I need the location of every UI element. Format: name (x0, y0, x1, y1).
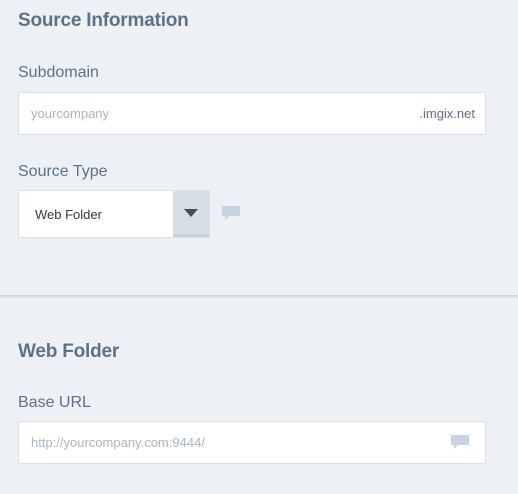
source-information-heading: Source Information (18, 10, 189, 31)
section-divider (0, 295, 518, 298)
base-url-field[interactable] (18, 421, 486, 464)
base-url-input[interactable] (31, 422, 431, 463)
source-settings-panel: Source Information Subdomain .imgix.net … (0, 0, 518, 494)
base-url-comment-icon[interactable] (451, 435, 469, 450)
source-type-dropdown-button[interactable] (173, 191, 209, 237)
source-type-comment-icon[interactable] (222, 206, 240, 221)
caret-down-icon (184, 208, 198, 217)
subdomain-input[interactable] (31, 93, 411, 134)
subdomain-suffix: .imgix.net (419, 106, 475, 121)
source-type-select[interactable]: Web Folder (18, 190, 210, 238)
subdomain-field[interactable]: .imgix.net (18, 92, 486, 135)
base-url-label: Base URL (18, 394, 91, 411)
web-folder-heading: Web Folder (18, 341, 120, 362)
source-type-selected-value: Web Folder (35, 206, 102, 222)
source-type-label: Source Type (18, 163, 108, 180)
subdomain-label: Subdomain (18, 64, 99, 81)
